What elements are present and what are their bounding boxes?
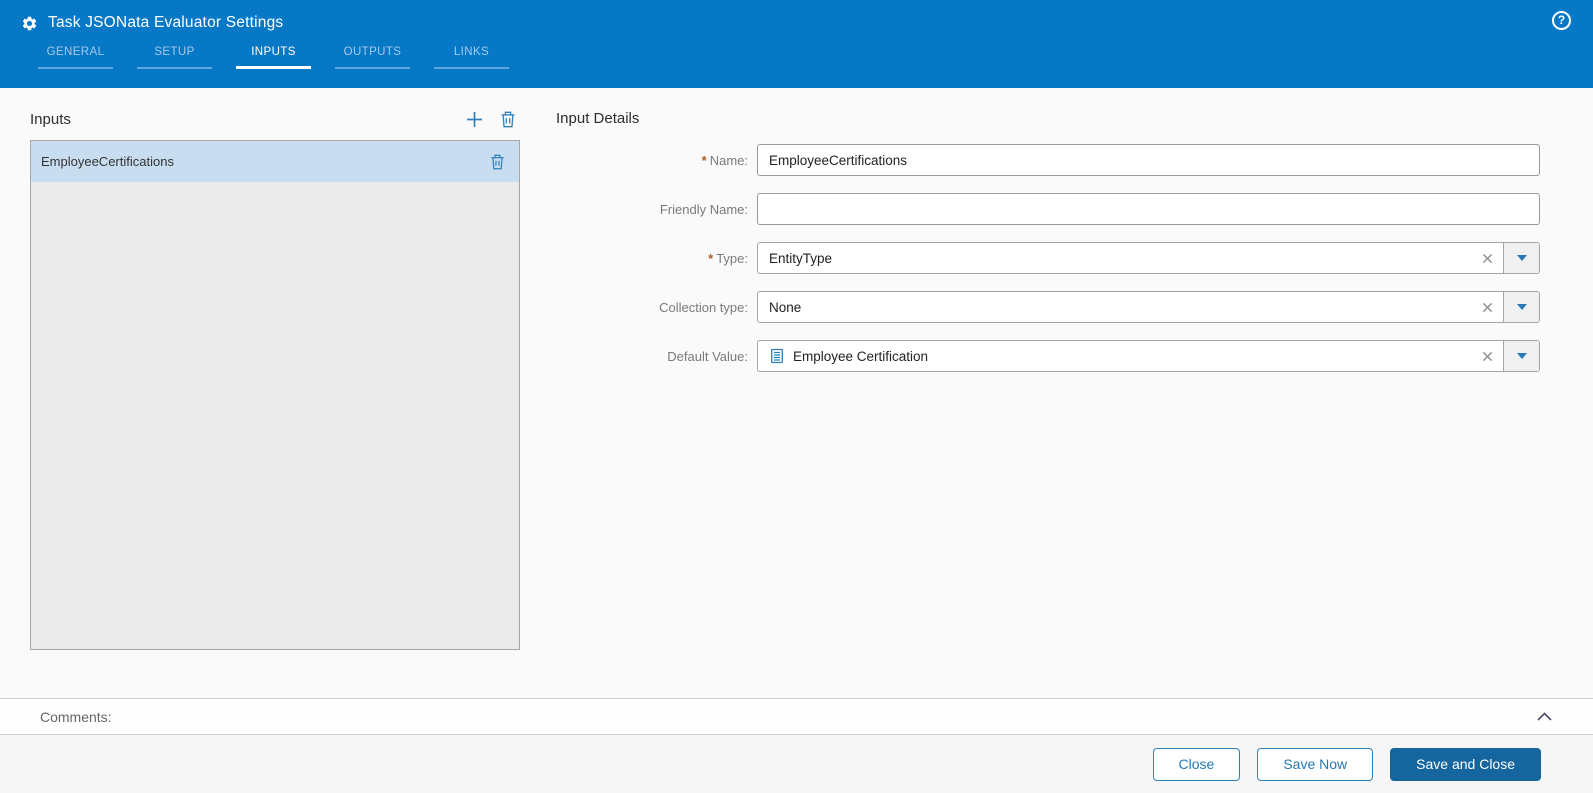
- input-item-label: EmployeeCertifications: [41, 154, 174, 169]
- collapse-comments-button[interactable]: [1536, 711, 1553, 722]
- collection-type-value: None: [769, 299, 802, 315]
- clear-x-icon: [1482, 253, 1492, 263]
- list-item[interactable]: EmployeeCertifications: [31, 141, 519, 182]
- collection-type-field-control: None: [757, 291, 1540, 323]
- tab-bar: GENERAL SETUP INPUTS OUTPUTS LINKS: [38, 42, 1593, 69]
- tab-links[interactable]: LINKS: [434, 42, 509, 69]
- collection-type-field-row: Collection type: None: [556, 291, 1540, 323]
- caret-down-icon: [1516, 353, 1527, 359]
- tab-general[interactable]: GENERAL: [38, 42, 113, 69]
- caret-down-icon: [1516, 304, 1527, 310]
- clear-x-icon: [1482, 351, 1492, 361]
- inputs-list: EmployeeCertifications: [30, 140, 520, 650]
- default-value-field-control: Employee Certification: [757, 340, 1540, 372]
- type-dropdown-button[interactable]: [1503, 243, 1539, 273]
- default-value-field-row: Default Value: Employee Certification: [556, 340, 1540, 372]
- trash-icon: [491, 154, 504, 169]
- comments-bar: Comments:: [0, 698, 1593, 735]
- add-input-button[interactable]: [465, 110, 484, 129]
- entity-document-icon: [771, 348, 783, 364]
- name-field-row: * Name:: [556, 144, 1540, 176]
- collection-type-dropdown-button[interactable]: [1503, 292, 1539, 322]
- friendly-name-field-row: Friendly Name:: [556, 193, 1540, 225]
- title-row: Task JSONata Evaluator Settings: [0, 0, 1593, 34]
- delete-input-button[interactable]: [500, 111, 516, 128]
- tab-setup[interactable]: SETUP: [137, 42, 212, 69]
- friendly-name-field[interactable]: [757, 193, 1540, 225]
- inputs-panel-title: Inputs: [30, 110, 71, 128]
- dialog-title: Task JSONata Evaluator Settings: [48, 14, 284, 31]
- gear-icon: [22, 16, 37, 30]
- name-field[interactable]: [757, 144, 1540, 176]
- plus-icon: [467, 111, 482, 127]
- input-details-panel: Input Details *Name: Friendly Name: *Typ…: [556, 106, 1540, 389]
- save-and-close-button[interactable]: Save and Close: [1390, 747, 1541, 781]
- type-field-row: * Type: EntityType: [556, 242, 1540, 274]
- collection-type-label: Collection type:: [659, 299, 748, 315]
- tab-outputs[interactable]: OUTPUTS: [335, 42, 410, 69]
- trash-icon: [501, 111, 515, 127]
- name-label: * Name:: [701, 152, 748, 168]
- collection-type-combobox[interactable]: None: [757, 291, 1540, 323]
- inputs-panel: Inputs EmployeeCertifications: [30, 106, 520, 650]
- required-marker: *: [701, 152, 707, 168]
- clear-collection-type-button[interactable]: [1471, 292, 1503, 322]
- caret-down-icon: [1516, 255, 1527, 261]
- delete-item-button[interactable]: [490, 154, 505, 170]
- inputs-panel-actions: [465, 110, 520, 129]
- clear-type-button[interactable]: [1471, 243, 1503, 273]
- comments-label: Comments:: [40, 708, 112, 725]
- default-value-label: Default Value:: [667, 348, 748, 364]
- footer-bar: Close Save Now Save and Close: [0, 735, 1593, 793]
- type-field-control: EntityType: [757, 242, 1540, 274]
- default-value-dropdown-button[interactable]: [1503, 341, 1539, 371]
- dialog-header: Task JSONata Evaluator Settings ? GENERA…: [0, 0, 1593, 88]
- friendly-name-label: Friendly Name:: [659, 201, 748, 217]
- clear-x-icon: [1482, 302, 1492, 312]
- save-now-button[interactable]: Save Now: [1257, 747, 1374, 781]
- clear-default-value-button[interactable]: [1471, 341, 1503, 371]
- close-button[interactable]: Close: [1152, 747, 1241, 781]
- default-value-text: Employee Certification: [793, 348, 929, 364]
- type-label: * Type:: [708, 250, 748, 266]
- required-marker: *: [708, 250, 714, 266]
- name-field-control: [757, 144, 1540, 176]
- default-value-content: Employee Certification: [758, 341, 1471, 371]
- chevron-up-icon: [1537, 712, 1552, 721]
- type-value: EntityType: [769, 250, 833, 266]
- inputs-panel-header: Inputs: [30, 106, 520, 132]
- input-details-title: Input Details: [556, 110, 640, 127]
- type-combobox[interactable]: EntityType: [757, 242, 1540, 274]
- default-value-combobox[interactable]: Employee Certification: [757, 340, 1540, 372]
- friendly-name-field-control: [757, 193, 1540, 225]
- tab-inputs[interactable]: INPUTS: [236, 42, 311, 69]
- help-icon[interactable]: ?: [1552, 11, 1571, 30]
